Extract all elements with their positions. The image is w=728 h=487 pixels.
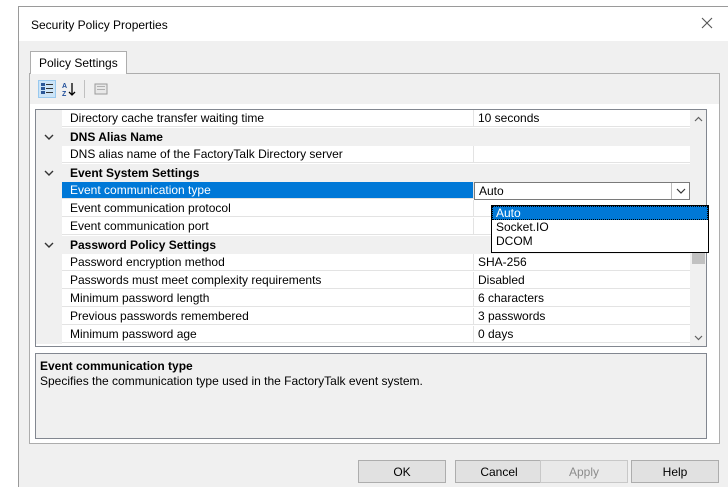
category-label: DNS Alias Name bbox=[70, 130, 163, 144]
help-button[interactable]: Help bbox=[631, 460, 719, 483]
chevron-down-icon bbox=[676, 188, 685, 194]
row-margin bbox=[36, 218, 62, 236]
svg-text:Z: Z bbox=[62, 91, 67, 97]
scroll-down-button[interactable] bbox=[690, 329, 706, 346]
property-name[interactable]: Directory cache transfer waiting time bbox=[62, 110, 474, 127]
property-value[interactable]: 0 days bbox=[474, 326, 690, 343]
categorized-view-icon bbox=[41, 83, 53, 94]
category-row[interactable]: Event System Settings bbox=[36, 164, 690, 182]
event-communication-type-combobox[interactable]: Auto bbox=[474, 182, 690, 200]
row-margin bbox=[36, 200, 62, 218]
property-row[interactable]: Passwords must meet complexity requireme… bbox=[36, 272, 690, 290]
cancel-button[interactable]: Cancel bbox=[455, 460, 543, 483]
chevron-down-icon bbox=[694, 335, 703, 340]
toolbar-separator bbox=[84, 80, 85, 98]
property-row[interactable]: DNS alias name of the FactoryTalk Direct… bbox=[36, 146, 690, 164]
property-value[interactable]: SHA-256 bbox=[474, 254, 690, 271]
category-label: Event System Settings bbox=[70, 166, 200, 180]
dropdown-option-dcom[interactable]: DCOM bbox=[492, 234, 708, 248]
description-panel: Event communication type Specifies the c… bbox=[35, 353, 707, 439]
category-label: Password Policy Settings bbox=[70, 238, 217, 252]
dropdown-option-socketio[interactable]: Socket.IO bbox=[492, 220, 708, 234]
property-grid-toolbar: A Z bbox=[30, 74, 719, 104]
row-margin bbox=[36, 308, 62, 326]
row-margin bbox=[36, 254, 62, 272]
dropdown-option-auto[interactable]: Auto bbox=[492, 206, 708, 220]
property-name[interactable]: Event communication port bbox=[62, 218, 474, 235]
categorized-view-button[interactable] bbox=[38, 80, 56, 98]
property-name[interactable]: Minimum password age bbox=[62, 326, 474, 343]
property-name[interactable]: Event communication protocol bbox=[62, 200, 474, 217]
scroll-up-button[interactable] bbox=[690, 110, 706, 127]
title-bar: Security Policy Properties bbox=[19, 7, 728, 41]
collapse-chevron-icon[interactable] bbox=[43, 132, 55, 142]
tab-panel: A Z Directory cache transfer waiting tim… bbox=[29, 73, 720, 444]
close-icon bbox=[701, 17, 713, 29]
combobox-dropdown-button[interactable] bbox=[671, 183, 689, 199]
description-text: Specifies the communication type used in… bbox=[40, 374, 423, 388]
property-value[interactable] bbox=[474, 146, 690, 163]
property-pages-icon bbox=[94, 83, 108, 95]
event-communication-type-dropdown: Auto Socket.IO DCOM bbox=[491, 205, 709, 253]
property-name[interactable]: Event communication type bbox=[62, 182, 474, 199]
category-row[interactable]: DNS Alias Name bbox=[36, 128, 690, 146]
description-title: Event communication type bbox=[40, 359, 193, 373]
property-value[interactable]: Disabled bbox=[474, 272, 690, 289]
chevron-up-icon bbox=[694, 116, 703, 121]
ok-button[interactable]: OK bbox=[358, 460, 446, 483]
apply-button[interactable]: Apply bbox=[540, 460, 628, 483]
window-title: Security Policy Properties bbox=[31, 18, 168, 32]
collapse-chevron-icon[interactable] bbox=[43, 168, 55, 178]
property-row[interactable]: Directory cache transfer waiting time 10 … bbox=[36, 110, 690, 128]
row-margin bbox=[36, 272, 62, 290]
row-margin bbox=[36, 290, 62, 308]
property-value[interactable]: 6 characters bbox=[474, 290, 690, 307]
property-name[interactable]: DNS alias name of the FactoryTalk Direct… bbox=[62, 146, 474, 163]
combobox-value: Auto bbox=[479, 184, 504, 198]
property-name[interactable]: Passwords must meet complexity requireme… bbox=[62, 272, 474, 289]
row-margin bbox=[36, 110, 62, 128]
tab-policy-settings[interactable]: Policy Settings bbox=[30, 51, 127, 74]
property-value[interactable]: 3 passwords bbox=[474, 308, 690, 325]
alphabetical-sort-icon: A Z bbox=[62, 83, 76, 97]
property-row[interactable]: Previous passwords remembered 3 passwords bbox=[36, 308, 690, 326]
property-name[interactable]: Previous passwords remembered bbox=[62, 308, 474, 325]
property-row[interactable]: Event communication type Auto bbox=[36, 182, 690, 200]
tab-policy-settings-label: Policy Settings bbox=[39, 56, 118, 70]
svg-text:A: A bbox=[62, 83, 67, 90]
property-value[interactable]: 10 seconds bbox=[474, 110, 690, 127]
row-margin bbox=[36, 146, 62, 164]
collapse-chevron-icon[interactable] bbox=[43, 240, 55, 250]
property-pages-button[interactable] bbox=[92, 80, 110, 98]
close-button[interactable] bbox=[696, 12, 718, 34]
property-row[interactable]: Minimum password length 6 characters bbox=[36, 290, 690, 308]
property-row[interactable]: Password encryption method SHA-256 bbox=[36, 254, 690, 272]
row-margin bbox=[36, 326, 62, 344]
row-margin bbox=[36, 182, 62, 200]
property-name[interactable]: Password encryption method bbox=[62, 254, 474, 271]
property-row[interactable]: Minimum password age 0 days bbox=[36, 326, 690, 344]
property-name[interactable]: Minimum password length bbox=[62, 290, 474, 307]
alphabetical-sort-button[interactable]: A Z bbox=[60, 80, 78, 98]
security-policy-dialog: Security Policy Properties Policy Settin… bbox=[18, 6, 728, 487]
